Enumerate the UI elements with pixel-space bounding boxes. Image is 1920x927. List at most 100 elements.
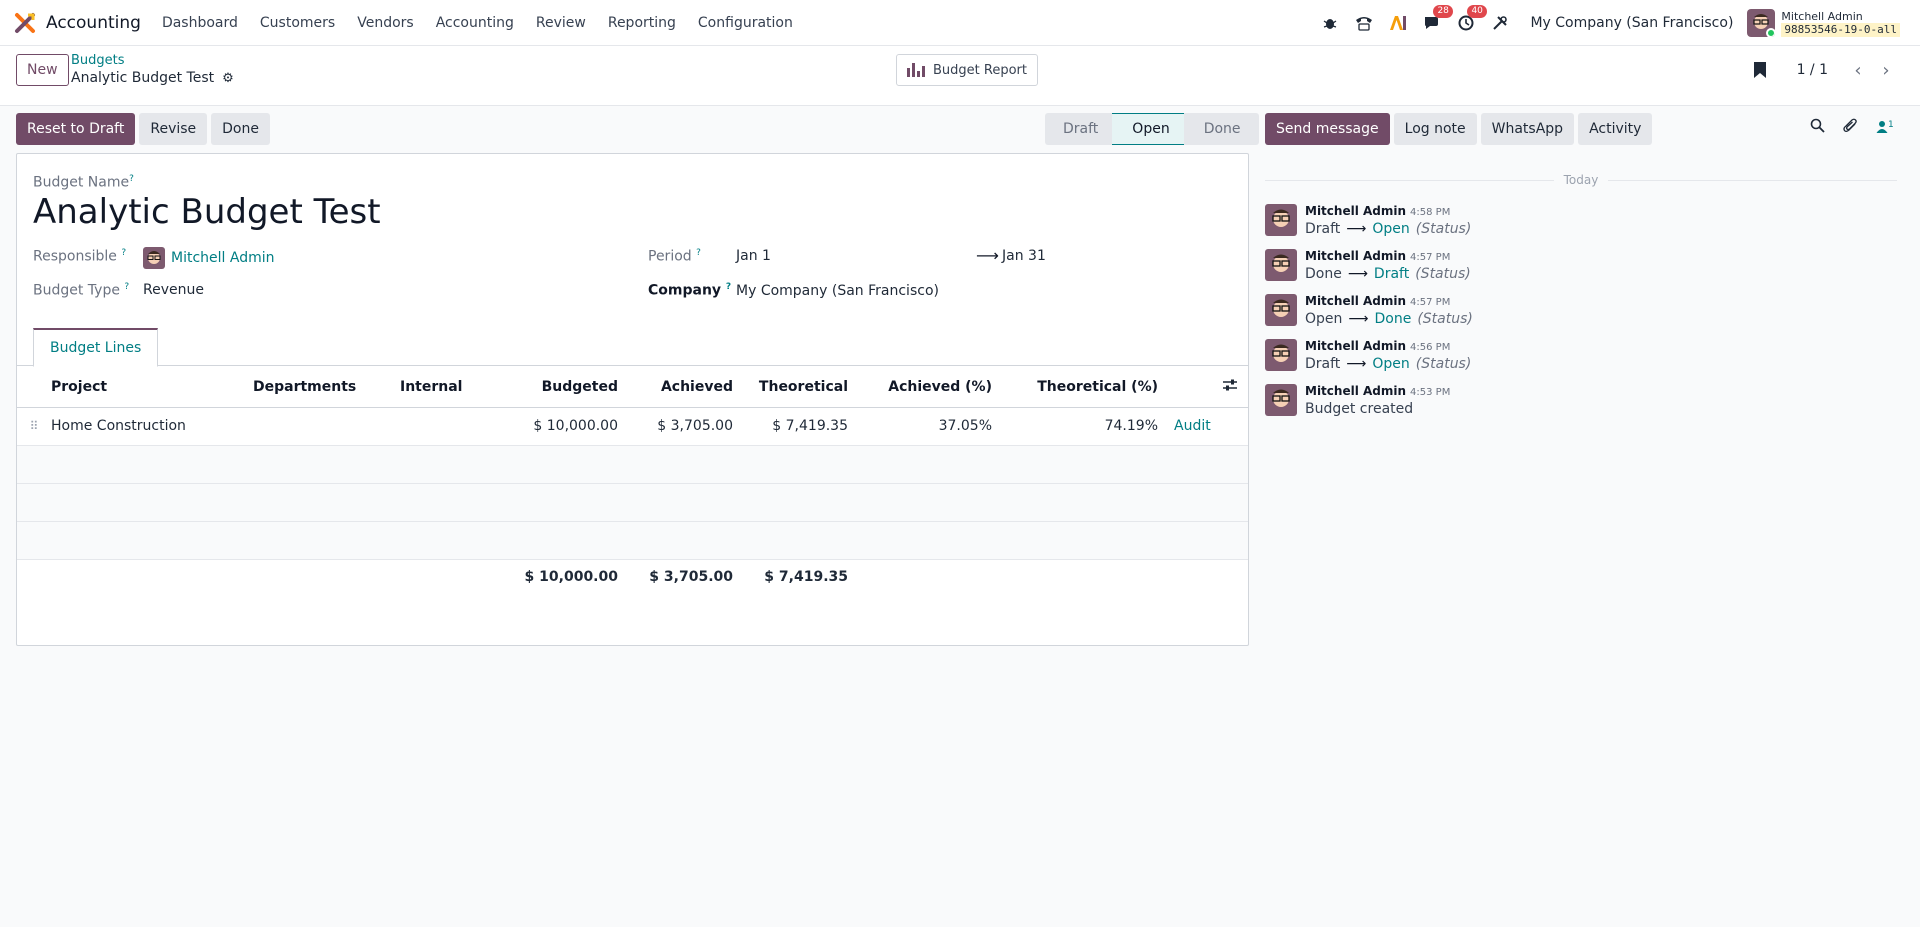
cell-departments[interactable] [253, 407, 400, 446]
stage-draft[interactable]: Draft [1045, 113, 1113, 145]
breadcrumb-budgets-link[interactable]: Budgets [71, 54, 234, 68]
budget-lines-table: Project Departments Internal Budgeted Ac… [17, 367, 1248, 595]
app-brand[interactable]: Accounting [14, 12, 141, 34]
menu-reporting[interactable]: Reporting [597, 15, 687, 31]
message-author[interactable]: Mitchell Admin 4:57 PM [1305, 249, 1471, 263]
col-achieved[interactable]: Achieved [618, 367, 733, 408]
log-note-button[interactable]: Log note [1393, 113, 1477, 145]
col-theoretical-pct[interactable]: Theoretical (%) [992, 367, 1158, 408]
done-button[interactable]: Done [211, 113, 270, 145]
bookmark-icon[interactable] [1753, 61, 1767, 79]
menu-customers[interactable]: Customers [249, 15, 346, 31]
company-switcher[interactable]: My Company (San Francisco) [1530, 15, 1733, 31]
message-time: 4:57 PM [1410, 297, 1451, 308]
col-project[interactable]: Project [51, 367, 253, 408]
app-name: Accounting [46, 12, 141, 33]
form-sheet: Budget Name? Analytic Budget Test Respon… [16, 153, 1249, 646]
activity-badge: 40 [1467, 5, 1487, 18]
send-message-button[interactable]: Send message [1265, 113, 1390, 145]
user-menu[interactable]: Mitchell Admin 98853546-19-0-all [1781, 10, 1900, 37]
pager-next-button[interactable]: › [1872, 56, 1900, 84]
message-author[interactable]: Mitchell Admin 4:56 PM [1305, 339, 1471, 353]
menu-review[interactable]: Review [525, 15, 597, 31]
budget-name-field[interactable]: Analytic Budget Test [33, 192, 381, 232]
paperclip-icon[interactable] [1843, 118, 1858, 137]
pager-value[interactable]: 1 / 1 [1797, 62, 1828, 78]
author-avatar[interactable] [1265, 339, 1297, 371]
chatter-message: Mitchell Admin 4:57 PM Open ⟶ Done (Status) [1265, 294, 1895, 327]
table-row[interactable]: ⠿ Home Construction $ 10,000.00 $ 3,705.… [17, 407, 1248, 446]
new-button[interactable]: New [16, 54, 69, 86]
period-end-field[interactable]: Jan 31 [1002, 248, 1046, 264]
col-achieved-pct[interactable]: Achieved (%) [848, 367, 992, 408]
bug-icon[interactable] [1320, 13, 1340, 33]
responsible-field[interactable]: Mitchell Admin [143, 247, 275, 269]
menu-configuration[interactable]: Configuration [687, 15, 804, 31]
bar-chart-icon [907, 63, 927, 77]
revise-button[interactable]: Revise [139, 113, 208, 145]
chatter-message: Mitchell Admin 4:53 PM Budget created [1265, 384, 1895, 417]
message-author[interactable]: Mitchell Admin 4:58 PM [1305, 204, 1471, 218]
breadcrumb: Budgets Analytic Budget Test ⚙ [71, 54, 234, 87]
search-icon[interactable] [1810, 118, 1825, 137]
col-theoretical[interactable]: Theoretical [733, 367, 848, 408]
period-label: Period ? [648, 248, 701, 265]
cell-internal[interactable] [400, 407, 520, 446]
pager-previous-button[interactable]: ‹ [1844, 56, 1872, 84]
col-budgeted[interactable]: Budgeted [520, 367, 618, 408]
systray: 28 40 My Company (San Francisco) Mitchel… [1320, 0, 1920, 46]
author-avatar[interactable] [1265, 204, 1297, 236]
tab-budget-lines[interactable]: Budget Lines [33, 328, 159, 367]
message-time: 4:56 PM [1410, 342, 1451, 353]
responsible-value[interactable]: Mitchell Admin [171, 250, 275, 266]
budget-type-field[interactable]: Revenue [143, 282, 204, 298]
ai-icon[interactable] [1388, 13, 1408, 33]
stage-done[interactable]: Done [1183, 113, 1259, 145]
whatsapp-button[interactable]: WhatsApp [1480, 113, 1575, 145]
responsible-avatar [143, 247, 165, 269]
online-status-dot [1766, 28, 1776, 37]
message-author[interactable]: Mitchell Admin 4:57 PM [1305, 294, 1473, 308]
activity-button[interactable]: Activity [1578, 113, 1653, 145]
company-label: Company ? [648, 282, 732, 299]
user-avatar[interactable] [1747, 9, 1776, 37]
author-avatar[interactable] [1265, 249, 1297, 281]
period-start-field[interactable]: Jan 1 [736, 248, 771, 264]
arrow-right-icon: ⟶ [1346, 356, 1367, 372]
budget-report-button[interactable]: Budget Report [896, 54, 1038, 86]
drag-handle-icon[interactable]: ⠿ [17, 407, 51, 446]
breadcrumb-current: Analytic Budget Test ⚙ [71, 70, 234, 86]
company-field[interactable]: My Company (San Francisco) [736, 283, 939, 299]
cell-project[interactable]: Home Construction [51, 407, 253, 446]
tracking-value: Draft ⟶ Open (Status) [1305, 356, 1472, 372]
menu-dashboard[interactable]: Dashboard [151, 15, 249, 31]
cell-achieved[interactable]: $ 3,705.00 [618, 407, 733, 446]
budget-name-label: Budget Name? [33, 174, 134, 191]
notebook-tabs: Budget Lines [17, 328, 1248, 367]
cell-achieved-pct[interactable]: 37.05% [848, 407, 992, 446]
message-author[interactable]: Mitchell Admin 4:53 PM [1305, 384, 1450, 398]
col-departments[interactable]: Departments [253, 367, 400, 408]
phone-icon[interactable] [1354, 13, 1374, 33]
reset-to-draft-button[interactable]: Reset to Draft [16, 113, 136, 145]
activity-clock-icon[interactable]: 40 [1456, 5, 1487, 33]
optional-columns-toggle[interactable] [1158, 367, 1248, 408]
cell-theoretical[interactable]: $ 7,419.35 [733, 407, 848, 446]
arrow-right-icon: ⟶ [1346, 221, 1367, 237]
author-avatar[interactable] [1265, 294, 1297, 326]
audit-button[interactable]: Audit [1158, 407, 1248, 446]
col-internal[interactable]: Internal [400, 367, 520, 408]
gear-icon[interactable]: ⚙ [222, 71, 234, 86]
cell-budgeted[interactable]: $ 10,000.00 [520, 407, 618, 446]
author-avatar[interactable] [1265, 384, 1297, 416]
menu-accounting[interactable]: Accounting [425, 15, 525, 31]
followers-button[interactable]: 1 [1876, 119, 1894, 137]
chatter-message: Mitchell Admin 4:57 PM Done ⟶ Draft (Status) [1265, 249, 1895, 282]
total-theoretical: $ 7,419.35 [733, 558, 848, 595]
menu-vendors[interactable]: Vendors [346, 15, 424, 31]
tools-icon[interactable] [1490, 13, 1510, 33]
messages-icon[interactable]: 28 [1422, 5, 1453, 33]
stage-open[interactable]: Open [1112, 113, 1184, 145]
cell-theoretical-pct[interactable]: 74.19% [992, 407, 1158, 446]
empty-row [17, 483, 1248, 522]
